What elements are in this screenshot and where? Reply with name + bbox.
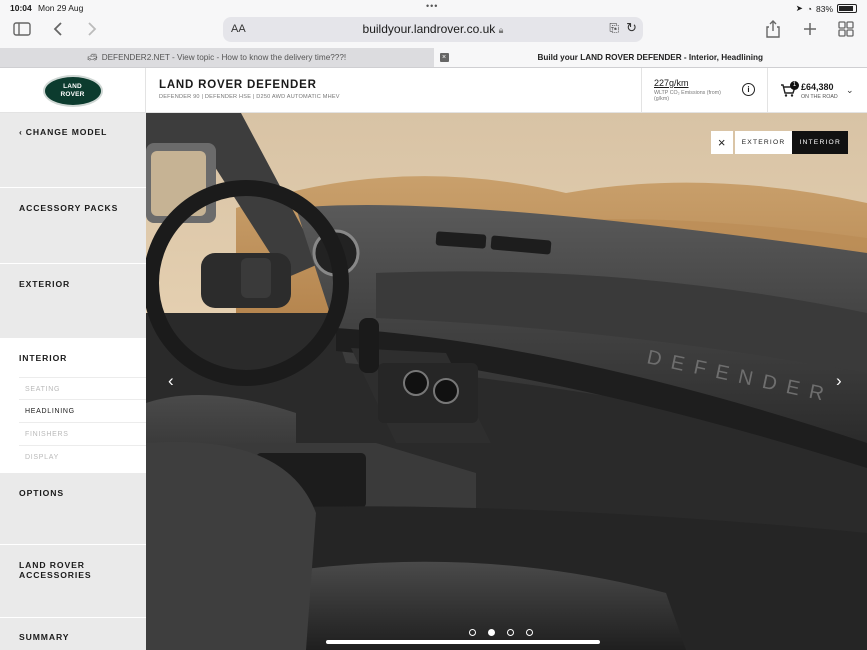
sidebar-subitem-headlining[interactable]: HEADLINING	[19, 400, 146, 423]
browser-toolbar: 10:04 Mon 29 Aug ••• ➤ ◔ 83% AA buildyou…	[0, 0, 867, 48]
sidebar-subitem-finishers[interactable]: FINISHERS	[19, 423, 146, 446]
cart-count-badge: 1	[790, 81, 799, 90]
sidebar-subitem-display[interactable]: DISPLAY	[19, 446, 146, 469]
interior-viewer[interactable]: DEFENDER × EXTERIOR INTERIOR ‹ ›	[146, 113, 867, 650]
model-title: LAND ROVER DEFENDER	[159, 79, 317, 91]
change-model-label: CHANGE MODEL	[25, 127, 108, 137]
sidebar-item-label: ACCESSORY PACKS	[19, 203, 119, 213]
slide-indicator	[469, 629, 533, 636]
tab-label: Build your LAND ROVER DEFENDER - Interio…	[537, 53, 764, 62]
price-value[interactable]: £64,380	[801, 82, 834, 92]
status-date: Mon 29 Aug	[38, 3, 84, 13]
info-icon[interactable]: i	[742, 83, 755, 96]
chevron-right-icon[interactable]: ›	[836, 371, 842, 391]
land-rover-logo-link[interactable]: LAND ROVER	[0, 68, 146, 113]
interior-image: DEFENDER	[146, 113, 867, 650]
tab-overview-icon[interactable]	[836, 19, 856, 39]
multitasking-dots-icon[interactable]: •••	[426, 1, 438, 11]
tab-build-your-defender[interactable]: × Build your LAND ROVER DEFENDER - Inter…	[433, 48, 867, 67]
address-bar[interactable]: AA buildyour.landrover.co.uk 🔒︎ ⎘ ↻	[223, 17, 643, 42]
reload-icon[interactable]: ↻	[626, 20, 637, 36]
emissions-label: WLTP CO₂ Emissions (from) (g/km)	[654, 90, 721, 102]
share-icon[interactable]	[763, 19, 783, 39]
close-tab-icon[interactable]: ×	[439, 53, 449, 62]
lock-icon: 🔒︎	[498, 25, 504, 35]
sidebar-item-accessory-packs[interactable]: ACCESSORY PACKS	[0, 188, 146, 264]
slide-dot[interactable]	[526, 629, 533, 636]
sidebar-subitem-seating[interactable]: SEATING	[19, 377, 146, 400]
battery-percent: 83%	[815, 3, 833, 14]
emissions-panel: 227g/km WLTP CO₂ Emissions (from) (g/km)…	[641, 68, 768, 113]
status-indicators: ➤ ◔ 83%	[796, 3, 857, 14]
tab-label: DEFENDER2.NET - View topic - How to know…	[101, 53, 347, 62]
wifi-icon: ◔	[806, 3, 812, 14]
sidebar-item-label: EXTERIOR	[19, 279, 71, 289]
slide-dot[interactable]	[507, 629, 514, 636]
sidebar-item-label: SUMMARY	[19, 632, 70, 642]
location-icon: ➤	[795, 3, 803, 13]
price-label: ON THE ROAD	[801, 94, 838, 100]
sidebar-item-land-rover-accessories[interactable]: LAND ROVER ACCESSORIES	[0, 545, 146, 618]
sidebar-toggle-icon[interactable]	[12, 19, 32, 39]
sidebar-item-label: LAND ROVER ACCESSORIES	[19, 560, 92, 580]
home-indicator[interactable]	[326, 640, 600, 644]
tab-bar: 🚙︎ DEFENDER2.NET - View topic - How to k…	[0, 48, 867, 68]
translate-icon[interactable]: ⎘	[609, 21, 619, 36]
view-toggle: × EXTERIOR INTERIOR	[710, 131, 848, 154]
sidebar-item-exterior[interactable]: EXTERIOR	[0, 264, 146, 339]
slide-dot[interactable]	[469, 629, 476, 636]
tab-defender2[interactable]: 🚙︎ DEFENDER2.NET - View topic - How to k…	[0, 48, 434, 67]
chevron-left-icon[interactable]: ‹	[168, 371, 174, 391]
sidebar-item-label: INTERIOR	[19, 353, 68, 363]
emissions-value[interactable]: 227g/km	[654, 78, 689, 88]
battery-icon	[837, 4, 857, 13]
status-time: 10:04	[10, 3, 32, 13]
model-subtitle: DEFENDER 90 | DEFENDER HSE | D250 AWD AU…	[159, 94, 340, 100]
slide-dot-active[interactable]	[488, 629, 495, 636]
land-rover-logo: LAND ROVER	[42, 74, 103, 107]
url-text: buildyour.landrover.co.uk 🔒︎	[362, 22, 504, 36]
forward-icon[interactable]	[82, 19, 102, 39]
exterior-view-button[interactable]: EXTERIOR	[734, 131, 793, 154]
new-tab-icon[interactable]	[800, 19, 820, 39]
interior-view-button[interactable]: INTERIOR	[792, 131, 848, 154]
close-icon[interactable]: ×	[710, 131, 733, 154]
sidebar-item-interior[interactable]: INTERIOR SEATING HEADLINING FINISHERS DI…	[0, 339, 146, 473]
sidebar-change-model[interactable]: ‹ CHANGE MODEL	[0, 113, 146, 188]
favicon-icon: 🚙︎	[87, 52, 98, 62]
configurator-header: LAND ROVER LAND ROVER DEFENDER DEFENDER …	[0, 68, 867, 113]
sidebar-item-summary[interactable]: SUMMARY	[0, 618, 146, 650]
back-icon[interactable]	[48, 19, 68, 39]
sidebar-item-options[interactable]: OPTIONS	[0, 473, 146, 545]
sidebar-item-label: OPTIONS	[19, 488, 64, 498]
chevron-down-icon[interactable]: ⌄	[846, 85, 854, 96]
chevron-left-icon: ‹	[19, 127, 23, 137]
configurator-sidebar: ‹ CHANGE MODEL ACCESSORY PACKS EXTERIOR I…	[0, 113, 146, 650]
